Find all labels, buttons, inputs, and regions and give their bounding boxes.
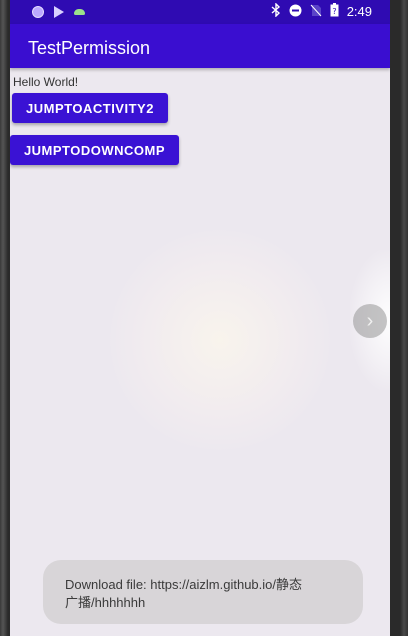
battery-icon: ? xyxy=(330,3,339,20)
app-title: TestPermission xyxy=(28,38,151,58)
app-screen: ? 2:49 TestPermission Hello World! JUMPT… xyxy=(10,0,390,636)
jump-to-activity2-label: JUMPTOACTIVITY2 xyxy=(26,100,154,116)
app-bar: TestPermission xyxy=(10,24,390,68)
chevron-right-icon: › xyxy=(366,309,374,332)
cloud-icon xyxy=(74,9,85,15)
svg-text:?: ? xyxy=(332,7,336,16)
side-handle-chevron-icon[interactable]: › xyxy=(353,304,387,338)
status-left-icons xyxy=(32,6,85,18)
jump-to-downcomp-button[interactable]: JUMPTODOWNCOMP xyxy=(10,135,179,165)
bluetooth-icon xyxy=(271,2,281,20)
toast-line-1: Download file: https://aizlm.github.io/静… xyxy=(65,577,302,592)
hello-text: Hello World! xyxy=(13,75,79,89)
status-right-icons: ? 2:49 xyxy=(271,2,372,20)
status-bar: ? 2:49 xyxy=(10,0,390,24)
do-not-disturb-icon xyxy=(289,4,302,20)
toast-message: Download file: https://aizlm.github.io/静… xyxy=(43,560,363,624)
jump-to-activity2-button[interactable]: JUMPTOACTIVITY2 xyxy=(12,93,168,123)
jump-to-downcomp-label: JUMPTODOWNCOMP xyxy=(23,142,166,158)
toast-line-2: 广播/hhhhhhh xyxy=(65,595,146,610)
status-time: 2:49 xyxy=(346,4,372,19)
play-store-icon xyxy=(54,6,64,18)
notification-dot-icon xyxy=(32,6,44,18)
no-sim-icon xyxy=(310,4,322,20)
screen-glare xyxy=(110,230,330,450)
